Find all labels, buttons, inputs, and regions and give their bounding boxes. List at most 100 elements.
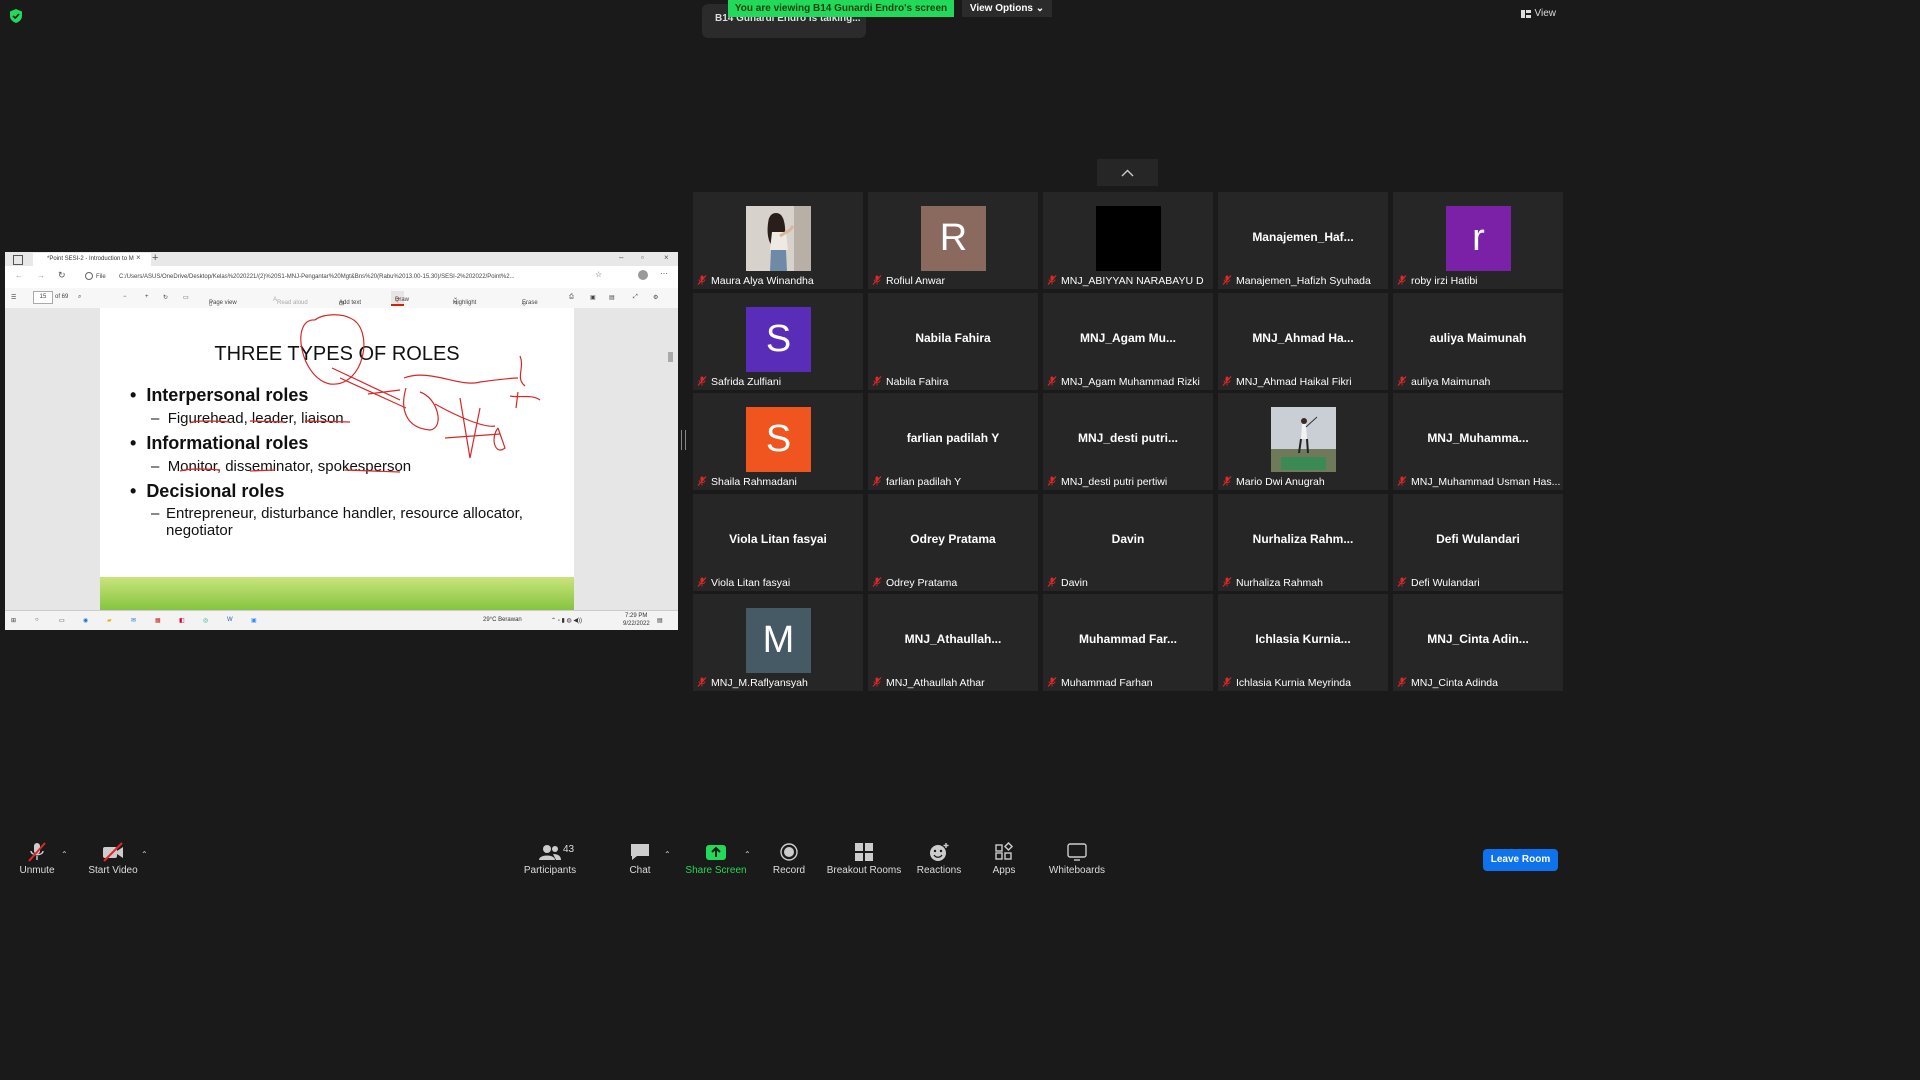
reactions-label: Reactions (916, 865, 962, 876)
notification-icon[interactable]: ▤ (657, 617, 663, 624)
participant-name-label: auliya Maimunah (1397, 375, 1561, 389)
more-options-icon[interactable]: ⋯ (660, 269, 668, 278)
participant-tile[interactable]: MNJ_Athaullah... MNJ_Athaullah Athar (868, 594, 1038, 691)
url-field[interactable]: C:/Users/ASUS/OneDrive/Desktop/Kelas%202… (119, 270, 609, 284)
avatar (746, 206, 811, 271)
whiteboards-button[interactable]: Whiteboards (1046, 836, 1108, 882)
office-icon[interactable]: ◧ (179, 617, 185, 624)
leave-room-button[interactable]: Leave Room (1483, 849, 1558, 871)
info-icon[interactable] (85, 272, 93, 280)
participant-name: farlian padilah Y (886, 476, 962, 488)
participant-tile[interactable]: Nurhaliza Rahm... Nurhaliza Rahmah (1218, 493, 1388, 591)
muted-mic-icon (1222, 275, 1232, 285)
participant-tile[interactable]: Nabila Fahira Nabila Fahira (868, 292, 1038, 390)
draw-button[interactable]: ▽ Draw ⌄ (391, 291, 409, 306)
apps-button[interactable]: Apps (984, 836, 1024, 882)
participant-tile[interactable]: S Safrida Zulfiani (693, 292, 863, 390)
forward-icon[interactable]: → (37, 271, 45, 280)
zoom-out-icon[interactable]: − (123, 294, 127, 300)
save-as-icon[interactable]: ▤ (609, 294, 615, 301)
participant-tile[interactable]: Viola Litan fasyai Viola Litan fasyai (693, 493, 863, 591)
share-options-caret-icon[interactable]: ⌃ (744, 850, 751, 859)
participant-tile[interactable]: S Shaila Rahmadani (693, 393, 863, 490)
zoom-app-icon[interactable]: ▣ (251, 617, 257, 624)
maximize-icon[interactable]: ▫ (641, 253, 644, 262)
view-options-button[interactable]: View Options ⌄ (962, 0, 1052, 17)
rotate-icon[interactable]: ↻ (163, 294, 168, 301)
participants-icon (539, 845, 561, 860)
edge-icon[interactable]: ◉ (83, 617, 88, 624)
participant-tile[interactable]: auliya Maimunah auliya Maimunah (1393, 292, 1563, 390)
contents-icon[interactable]: ☰ (11, 294, 16, 301)
fullscreen-icon[interactable]: ⤢ (633, 294, 638, 301)
chat-options-caret-icon[interactable]: ⌃ (664, 850, 671, 859)
page-number-input[interactable]: 15 (33, 291, 53, 304)
profile-avatar[interactable] (638, 270, 648, 280)
participant-tile[interactable]: MNJ_Ahmad Ha... MNJ_Ahmad Haikal Fikri (1218, 292, 1388, 390)
record-button[interactable]: Record (768, 836, 810, 882)
print-icon[interactable]: ⎙ (569, 294, 574, 301)
share-screen-button[interactable]: Share Screen (684, 836, 748, 882)
read-aloud-button[interactable]: A​ Read aloud (273, 294, 308, 306)
participant-tile[interactable]: MNJ_ABIYYAN NARABAYU D (1043, 192, 1213, 289)
participant-tile[interactable]: M MNJ_M.Raflyansyah (693, 594, 863, 691)
muted-mic-icon (872, 576, 882, 587)
mail-icon[interactable]: ✉ (131, 617, 136, 624)
participant-name: MNJ_M.Raflyansyah (711, 677, 808, 689)
refresh-icon[interactable]: ↻ (58, 270, 66, 281)
muted-mic-icon (697, 476, 707, 486)
word-icon[interactable]: W (227, 617, 233, 623)
participant-tile[interactable]: Davin Davin (1043, 493, 1213, 591)
breakout-rooms-button[interactable]: Breakout Rooms (826, 836, 902, 882)
tray-icons[interactable]: ⌃ ▫ ▮ ◍ ◀)) (551, 617, 582, 624)
muted-mic-icon (872, 476, 882, 486)
view-button[interactable]: View (1520, 8, 1556, 19)
participant-tile[interactable]: Muhammad Far... Muhammad Farhan (1043, 594, 1213, 691)
chat-button[interactable]: Chat (620, 836, 660, 882)
participant-tile[interactable]: MNJ_Cinta Adin... MNJ_Cinta Adinda (1393, 594, 1563, 691)
participant-tile[interactable]: MNJ_Agam Mu... MNJ_Agam Muhammad Rizki (1043, 292, 1213, 390)
scrollbar-thumb[interactable] (668, 352, 673, 362)
search-circle-icon[interactable]: ○ (35, 617, 39, 623)
favorite-star-icon[interactable]: ☆ (595, 270, 602, 279)
participant-tile[interactable]: Mario Dwi Anugrah (1218, 393, 1388, 490)
chrome-icon[interactable]: ◎ (203, 617, 208, 624)
file-explorer-icon[interactable]: ▰ (107, 617, 112, 624)
participant-tile[interactable]: Ichlasia Kurnia... Ichlasia Kurnia Meyrin… (1218, 594, 1388, 691)
window-close-icon[interactable]: × (664, 253, 669, 262)
participant-tile[interactable]: MNJ_desti putri... MNJ_desti putri pertiw… (1043, 393, 1213, 490)
participant-tile[interactable]: Manajemen_Haf... Manajemen_Hafizh Syuhada (1218, 192, 1388, 289)
highlight-button[interactable]: ✎ Highlight ⌄ (453, 294, 476, 307)
participants-button[interactable]: Participants (522, 836, 578, 882)
save-icon[interactable]: ▣ (590, 294, 596, 301)
participant-tile[interactable]: R Rofiul Anwar (868, 192, 1038, 289)
participant-tile[interactable]: farlian padilah Y farlian padilah Y (868, 393, 1038, 490)
participant-tile[interactable]: MNJ_Muhamma... MNJ_Muhammad Usman Has... (1393, 393, 1563, 490)
security-shield-icon[interactable] (8, 8, 24, 24)
participant-tile[interactable]: Defi Wulandari Defi Wulandari (1393, 493, 1563, 591)
participant-tile[interactable]: Odrey Pratama Odrey Pratama (868, 493, 1038, 591)
reactions-button[interactable]: Reactions (914, 836, 964, 882)
task-view-icon[interactable]: ▭ (59, 617, 65, 624)
participant-tile[interactable]: Maura Alya Winandha (693, 192, 863, 289)
start-video-button[interactable]: Start Video (84, 836, 142, 882)
browser-tab[interactable]: *Point SESI-2 - Introduction to M (33, 253, 151, 266)
settings-gear-icon[interactable]: ⚙ (653, 294, 658, 301)
audio-options-caret-icon[interactable]: ⌃ (61, 850, 68, 859)
video-options-caret-icon[interactable]: ⌃ (141, 850, 148, 859)
search-icon[interactable]: ⌕ (78, 294, 81, 301)
tab-close-icon[interactable]: × (136, 253, 141, 262)
zoom-in-icon[interactable]: + (145, 294, 149, 300)
participant-gallery: Maura Alya Winandha R Rofiul Anwar MNJ_ABIY… (693, 192, 1563, 691)
participant-tile[interactable]: r roby irzi Hatibi (1393, 192, 1563, 289)
unmute-button[interactable]: Unmute (14, 836, 60, 882)
windows-start-icon[interactable]: ⊞ (11, 617, 16, 624)
store-icon[interactable]: ▦ (155, 617, 161, 624)
minimize-icon[interactable]: – (619, 253, 623, 262)
collapse-gallery-button[interactable] (1097, 159, 1158, 186)
new-tab-icon[interactable]: + (152, 252, 158, 264)
split-divider-handle[interactable] (681, 430, 686, 450)
fit-page-icon[interactable]: ▭ (183, 294, 189, 301)
back-icon[interactable]: ← (15, 271, 23, 280)
tab-actions-icon[interactable] (13, 255, 23, 265)
